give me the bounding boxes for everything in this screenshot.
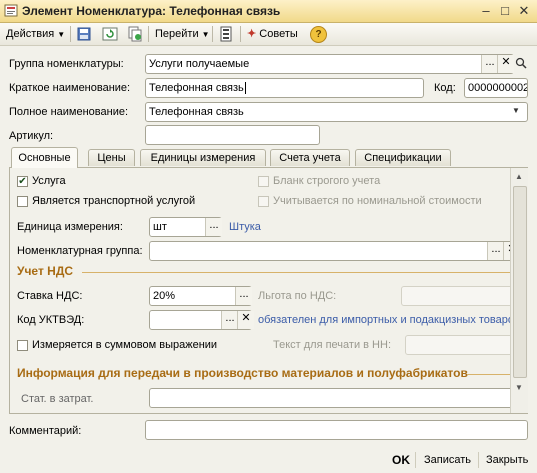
advice-label: Советы [259, 28, 298, 40]
service-label: Услуга [32, 175, 66, 187]
minimize-icon[interactable]: – [478, 3, 494, 19]
tab-main[interactable]: Основные [11, 147, 78, 168]
code-input[interactable]: 00000000025 [464, 78, 528, 98]
vat-benefit-field[interactable] [401, 286, 516, 306]
dropdown-arrow-icon[interactable]: ▼ [512, 106, 520, 115]
select-ellipsis-button[interactable]: ... [487, 242, 504, 260]
button-separator [415, 452, 416, 468]
nominal-checkbox[interactable] [258, 196, 269, 207]
clear-x-icon[interactable]: ✕ [237, 311, 254, 329]
section-divider [82, 272, 514, 273]
unit-label: Единица измерения: [17, 221, 123, 233]
clear-x-icon[interactable]: ✕ [497, 55, 514, 73]
vertical-scrollbar[interactable]: ▲ ▼ [510, 168, 528, 413]
copy-document-icon[interactable] [127, 26, 143, 42]
scroll-down-icon[interactable]: ▼ [511, 380, 527, 396]
select-ellipsis-button[interactable]: ... [481, 55, 498, 73]
close-icon[interactable]: ✕ [516, 3, 532, 19]
ok-button[interactable]: OK [392, 453, 410, 467]
article-label: Артикул: [9, 130, 54, 142]
short-name-input[interactable]: Телефонная связь [145, 78, 424, 98]
short-name-label: Краткое наименование: [9, 82, 131, 94]
catalog-item-icon [4, 4, 18, 17]
text-cursor [244, 82, 246, 94]
toolbar-separator [70, 26, 71, 42]
full-name-label: Полное наименование: [9, 106, 129, 118]
save-close-icon[interactable] [76, 26, 92, 42]
advice-button[interactable]: ✦ Советы [244, 26, 301, 42]
strict-form-label: Бланк строгого учета [273, 175, 381, 187]
section-divider [467, 374, 514, 375]
maximize-icon[interactable]: □ [497, 3, 513, 19]
toolbar-separator [212, 26, 213, 42]
sum-measure-label: Измеряется в суммовом выражении [32, 339, 218, 351]
unit-link[interactable]: Штука [229, 220, 261, 234]
article-input[interactable] [145, 125, 320, 145]
window-title: Элемент Номенклатура: Телефонная связь [22, 4, 281, 18]
service-checkbox[interactable]: ✔ [17, 176, 28, 187]
dropdown-arrow-icon: ▼ [201, 30, 210, 39]
transport-label: Является транспортной услугой [32, 195, 196, 207]
search-icon[interactable] [515, 57, 527, 69]
tab-specifications[interactable]: Спецификации [355, 149, 451, 166]
select-ellipsis-button[interactable]: ... [205, 218, 222, 236]
tab-accounts[interactable]: Счета учета [270, 149, 350, 166]
help-icon[interactable]: ? [310, 26, 327, 43]
group-value: Услуги получаемые [149, 58, 250, 70]
code-label: Код: [434, 82, 456, 94]
goto-label: Перейти [155, 28, 199, 40]
vat-section-title: Учет НДС [17, 264, 74, 278]
full-name-value: Телефонная связь [149, 106, 244, 118]
comment-input[interactable] [145, 420, 528, 440]
vat-rate-label: Ставка НДС: [17, 290, 83, 302]
vat-rate-value: 20% [153, 290, 176, 302]
title-bar: Элемент Номенклатура: Телефонная связь –… [0, 0, 537, 23]
full-name-input[interactable]: Телефонная связь [145, 102, 528, 122]
refresh-icon[interactable] [102, 26, 118, 42]
actions-menu-button[interactable]: Действия ▼ [3, 26, 68, 42]
production-section-title: Информация для передачи в производство м… [17, 366, 468, 380]
short-name-value: Телефонная связь [149, 82, 244, 94]
advice-icon: ✦ [247, 28, 257, 40]
print-text-label: Текст для печати в НН: [273, 339, 391, 351]
select-ellipsis-button[interactable]: ... [235, 287, 252, 305]
transport-checkbox[interactable] [17, 196, 28, 207]
cut-row-label: Стат. в затрат. [21, 393, 94, 405]
actions-label: Действия [6, 28, 55, 40]
scroll-up-icon[interactable]: ▲ [511, 169, 527, 185]
structure-list-icon[interactable] [218, 26, 234, 42]
uktved-note: обязателен для импортных и подакцизных т… [258, 314, 510, 326]
strict-form-checkbox[interactable] [258, 176, 269, 187]
code-value: 00000000025 [468, 82, 527, 94]
nom-group-field[interactable] [149, 241, 521, 261]
print-text-field[interactable] [405, 335, 516, 355]
uktved-label: Код УКТВЭД: [17, 314, 85, 326]
nominal-label: Учитывается по номинальной стоимости [273, 195, 482, 207]
button-separator [478, 452, 479, 468]
toolbar-separator [240, 26, 241, 42]
tab-units[interactable]: Единицы измерения [140, 149, 266, 166]
select-ellipsis-button[interactable]: ... [221, 311, 238, 329]
group-field[interactable]: Услуги получаемые [145, 54, 514, 74]
unit-value: шт [153, 221, 167, 233]
group-label: Группа номенклатуры: [9, 58, 124, 70]
goto-menu-button[interactable]: Перейти ▼ [152, 26, 213, 42]
tab-prices[interactable]: Цены [88, 149, 135, 166]
vat-benefit-label: Льгота по НДС: [258, 290, 337, 302]
nom-group-label: Номенклатурная группа: [17, 245, 143, 257]
toolbar: Действия ▼ Перейти ▼ ✦ Советы ? [0, 23, 537, 46]
sum-measure-checkbox[interactable] [17, 340, 28, 351]
close-button[interactable]: Закрыть [486, 453, 528, 467]
tab-panel-main: ✔ Услуга Является транспортной услугой Б… [9, 167, 528, 414]
dropdown-arrow-icon: ▼ [57, 30, 66, 39]
comment-label: Комментарий: [9, 425, 82, 437]
write-button[interactable]: Записать [424, 453, 471, 467]
cut-row-field[interactable] [149, 388, 515, 408]
scroll-thumb[interactable] [513, 186, 527, 378]
toolbar-separator [148, 26, 149, 42]
